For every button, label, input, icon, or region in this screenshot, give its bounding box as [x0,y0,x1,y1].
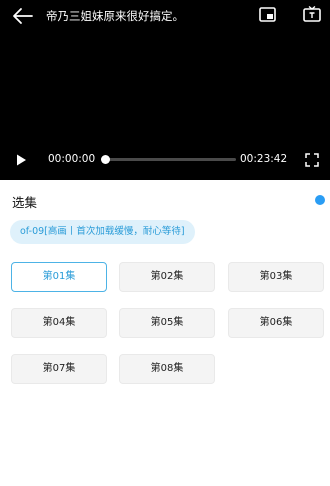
source-chip[interactable]: of-09[高画丨首次加载缓慢，耐心等待] [10,220,195,244]
total-time: 00:23:42 [240,153,288,165]
episode-06-button[interactable]: 第06集 [228,308,324,338]
player-top-bar: 帝乃三姐妹原来很好搞定。 [0,0,330,32]
picture-in-picture-icon[interactable] [258,6,278,24]
tv-cast-icon[interactable] [302,5,322,25]
episode-02-button[interactable]: 第02集 [119,262,215,292]
progress-bar[interactable] [101,155,236,164]
episode-04-button[interactable]: 第04集 [11,308,107,338]
episode-05-button[interactable]: 第05集 [119,308,215,338]
back-arrow-icon[interactable] [12,6,34,26]
video-player[interactable]: 帝乃三姐妹原来很好搞定。 00:00:00 00:23:42 [0,0,330,180]
progress-thumb[interactable] [101,155,110,164]
current-time: 00:00:00 [48,153,96,165]
episode-03-button[interactable]: 第03集 [228,262,324,292]
episode-08-button[interactable]: 第08集 [119,354,215,384]
player-controls: 00:00:00 00:23:42 [0,146,330,172]
episode-panel: 选集 of-09[高画丨首次加载缓慢，耐心等待] 第01集 第02集 第03集 … [0,180,330,486]
episode-07-button[interactable]: 第07集 [11,354,107,384]
episode-01-button[interactable]: 第01集 [11,262,107,292]
fullscreen-icon[interactable] [305,152,319,167]
panel-title: 选集 [12,195,38,210]
video-title: 帝乃三姐妹原来很好搞定。 [46,9,184,23]
play-icon[interactable] [14,152,28,166]
status-dot-icon [315,195,325,205]
